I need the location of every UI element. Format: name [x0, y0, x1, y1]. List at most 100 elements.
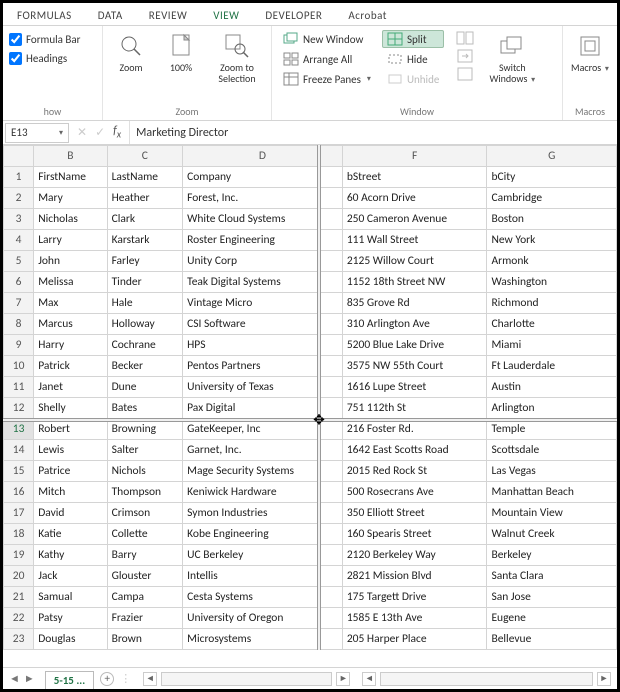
cell[interactable]: Larry	[34, 230, 107, 251]
col-header-F[interactable]: F	[342, 146, 487, 167]
grid-table[interactable]: BCDFG 1FirstNameLastNameCompanybStreetbC…	[3, 145, 617, 650]
tab-developer[interactable]: DEVELOPER	[261, 7, 326, 25]
cell[interactable]: Arlington	[487, 398, 617, 419]
cell[interactable]: 1585 E 13th Ave	[342, 608, 487, 629]
scroll-left-icon[interactable]: ◄	[143, 672, 157, 686]
checkbox-icon[interactable]	[9, 33, 22, 46]
cell[interactable]: San Jose	[487, 587, 617, 608]
cell[interactable]: Brown	[107, 629, 183, 650]
fx-icon[interactable]: fx	[113, 124, 121, 140]
scroll-left-icon[interactable]: ◄	[362, 672, 376, 686]
add-sheet-button[interactable]: +	[100, 672, 114, 686]
row-header[interactable]: 9	[4, 335, 34, 356]
col-header-C[interactable]: C	[107, 146, 183, 167]
enter-icon[interactable]: ✓	[95, 125, 105, 140]
cell[interactable]: 1616 Lupe Street	[342, 377, 487, 398]
switch-windows-button[interactable]: Switch Windows ▾	[484, 30, 540, 87]
tab-review[interactable]: REVIEW	[145, 7, 192, 25]
cell[interactable]: 500 Rosecrans Ave	[342, 482, 487, 503]
cell[interactable]: Clark	[107, 209, 183, 230]
cell[interactable]: David	[34, 503, 107, 524]
cell[interactable]: Kathy	[34, 545, 107, 566]
cancel-icon[interactable]: ✕	[77, 125, 87, 140]
cell[interactable]: 60 Acorn Drive	[342, 188, 487, 209]
row-header[interactable]: 10	[4, 356, 34, 377]
cell[interactable]: Dune	[107, 377, 183, 398]
cell[interactable]: Las Vegas	[487, 461, 617, 482]
zoom-button[interactable]: Zoom	[109, 30, 153, 75]
cell[interactable]: Tinder	[107, 272, 183, 293]
cell[interactable]: Lewis	[34, 440, 107, 461]
cell[interactable]: Holloway	[107, 314, 183, 335]
row-header[interactable]: 19	[4, 545, 34, 566]
cell[interactable]: Jack	[34, 566, 107, 587]
cell[interactable]: 175 Targett Drive	[342, 587, 487, 608]
next-sheet-icon[interactable]: ►	[24, 672, 35, 685]
col-header-B[interactable]: B	[34, 146, 107, 167]
cell[interactable]: Thompson	[107, 482, 183, 503]
cell[interactable]: Mitch	[34, 482, 107, 503]
row-header[interactable]: 11	[4, 377, 34, 398]
cell[interactable]: 2125 Willow Court	[342, 251, 487, 272]
cell[interactable]: Manhattan Beach	[487, 482, 617, 503]
cell[interactable]: Barry	[107, 545, 183, 566]
cell[interactable]: Nichols	[107, 461, 183, 482]
reset-window-icon[interactable]	[456, 66, 474, 82]
cell[interactable]: bStreet	[342, 167, 487, 188]
name-box[interactable]: E13 ▾	[5, 123, 69, 143]
cell[interactable]: Cochrane	[107, 335, 183, 356]
cell[interactable]: Harry	[34, 335, 107, 356]
row-header[interactable]: 2	[4, 188, 34, 209]
cell[interactable]: Max	[34, 293, 107, 314]
zoom-100-button[interactable]: 100%	[159, 30, 203, 75]
cell[interactable]: 2821 Mission Blvd	[342, 566, 487, 587]
select-all[interactable]	[4, 146, 34, 167]
row-header[interactable]: 14	[4, 440, 34, 461]
scroll-right-icon[interactable]: ►	[597, 672, 611, 686]
view-side-by-side-icon[interactable]	[456, 30, 474, 46]
cell[interactable]: Samual	[34, 587, 107, 608]
row-header[interactable]: 1	[4, 167, 34, 188]
cell[interactable]: John	[34, 251, 107, 272]
cell[interactable]: 111 Wall Street	[342, 230, 487, 251]
macros-button[interactable]: Macros ▾	[569, 30, 611, 76]
cell[interactable]: Crimson	[107, 503, 183, 524]
cell[interactable]: New York	[487, 230, 617, 251]
cell[interactable]: Nicholas	[34, 209, 107, 230]
vertical-split-bar[interactable]	[317, 145, 321, 650]
cell[interactable]: Miami	[487, 335, 617, 356]
cell[interactable]: Scottsdale	[487, 440, 617, 461]
new-window-button[interactable]: New Window	[278, 30, 376, 48]
cell[interactable]: LastName	[107, 167, 183, 188]
cell[interactable]: 3575 NW 55th Court	[342, 356, 487, 377]
row-header[interactable]: 22	[4, 608, 34, 629]
horizontal-split-bar[interactable]	[3, 418, 617, 422]
cell[interactable]: Walnut Creek	[487, 524, 617, 545]
row-header[interactable]: 5	[4, 251, 34, 272]
cell[interactable]: Salter	[107, 440, 183, 461]
cell[interactable]: FirstName	[34, 167, 107, 188]
cell[interactable]: 1642 East Scotts Road	[342, 440, 487, 461]
freeze-panes-button[interactable]: Freeze Panes ▾	[278, 70, 376, 88]
cell[interactable]: Charlotte	[487, 314, 617, 335]
arrange-all-button[interactable]: Arrange All	[278, 50, 376, 68]
cell[interactable]: Campa	[107, 587, 183, 608]
scroll-right-icon[interactable]: ►	[336, 672, 350, 686]
zoom-to-selection-button[interactable]: Zoom to Selection	[209, 30, 265, 86]
row-header[interactable]: 8	[4, 314, 34, 335]
cell[interactable]: Santa Clara	[487, 566, 617, 587]
cell[interactable]: 2015 Red Rock St	[342, 461, 487, 482]
cell[interactable]: Farley	[107, 251, 183, 272]
tab-acrobat[interactable]: Acrobat	[344, 7, 391, 25]
headings-checkbox[interactable]: Headings	[9, 49, 67, 68]
hscroll-right-pane[interactable]: ◄ ►	[356, 672, 617, 686]
scroll-track[interactable]	[161, 672, 332, 686]
cell[interactable]: Karstark	[107, 230, 183, 251]
cell[interactable]: Mary	[34, 188, 107, 209]
cell[interactable]: Melissa	[34, 272, 107, 293]
cell[interactable]: Shelly	[34, 398, 107, 419]
cell[interactable]: Janet	[34, 377, 107, 398]
row-header[interactable]: 3	[4, 209, 34, 230]
cell[interactable]: Berkeley	[487, 545, 617, 566]
row-header[interactable]: 7	[4, 293, 34, 314]
